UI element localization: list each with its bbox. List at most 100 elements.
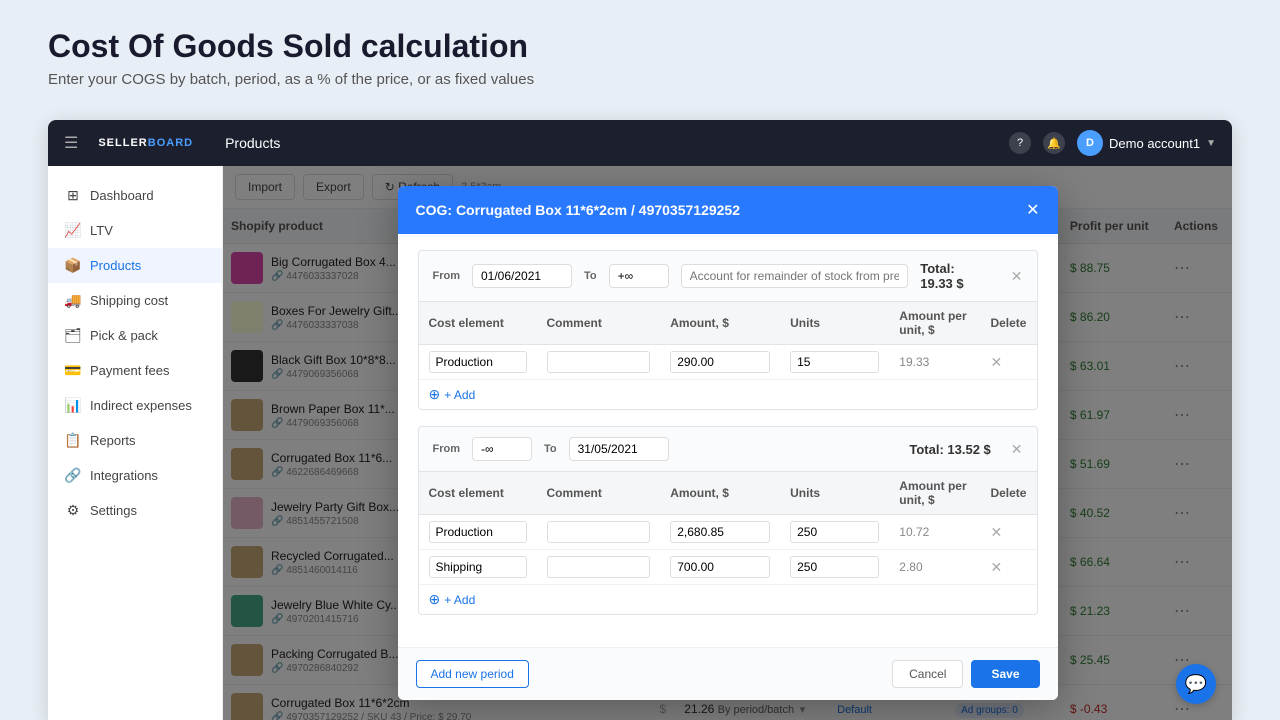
reports-icon: 📋 xyxy=(64,432,82,449)
period2-from-input[interactable] xyxy=(472,437,532,461)
sidebar-label: Pick & pack xyxy=(90,328,158,343)
cost-col-units: Units xyxy=(780,302,889,345)
ltv-icon: 📈 xyxy=(64,222,82,239)
period1-close-button[interactable]: ✕ xyxy=(1011,268,1023,285)
sidebar-label: Integrations xyxy=(90,468,158,483)
sidebar-item-reports[interactable]: 📋 Reports xyxy=(48,423,222,458)
products-icon: 📦 xyxy=(64,257,82,274)
period1-add-row[interactable]: ⊕ + Add xyxy=(419,380,1037,409)
cost-col-delete: Delete xyxy=(980,302,1036,345)
cost-delete-button[interactable]: ✕ xyxy=(990,559,1002,576)
sidebar-label: Reports xyxy=(90,433,136,448)
cost-units-input[interactable] xyxy=(790,556,879,578)
payment-icon: 💳 xyxy=(64,362,82,379)
sidebar-label: Indirect expenses xyxy=(90,398,192,413)
cost-units-input[interactable] xyxy=(790,351,879,373)
nav-help-icon[interactable]: ? xyxy=(1009,132,1031,154)
cost-col-units2: Units xyxy=(780,472,889,515)
cost-col-delete2: Delete xyxy=(980,472,1036,515)
add-row-icon: ⊕ xyxy=(429,591,441,608)
period1-total: Total: 19.33 $ xyxy=(920,261,991,291)
cost-amount-input[interactable] xyxy=(670,351,770,373)
integrations-icon: 🔗 xyxy=(64,467,82,484)
avatar: D xyxy=(1077,130,1103,156)
cost-amount-input[interactable] xyxy=(670,556,770,578)
sidebar-label: Payment fees xyxy=(90,363,170,378)
cost-comment-input[interactable] xyxy=(547,521,651,543)
sidebar-item-payment[interactable]: 💳 Payment fees xyxy=(48,353,222,388)
cost-col-comment2: Comment xyxy=(537,472,661,515)
period2-total: Total: 13.52 $ xyxy=(909,442,990,457)
dashboard-icon: ⊞ xyxy=(64,187,82,204)
sidebar-label: Products xyxy=(90,258,141,273)
cost-element-input[interactable] xyxy=(429,351,527,373)
cost-col-per-unit: Amount per unit, $ xyxy=(889,302,980,345)
cost-per-unit-value: 2.80 xyxy=(899,560,922,574)
sidebar-label: LTV xyxy=(90,223,113,238)
modal-close-button[interactable]: ✕ xyxy=(1026,200,1039,220)
sidebar-item-shipping[interactable]: 🚚 Shipping cost xyxy=(48,283,222,318)
shipping-icon: 🚚 xyxy=(64,292,82,309)
sidebar-item-indirect[interactable]: 📊 Indirect expenses xyxy=(48,388,222,423)
add-row-icon: ⊕ xyxy=(429,386,441,403)
period1-to-label: To xyxy=(584,270,597,282)
modal-title: COG: Corrugated Box 11*6*2cm / 497035712… xyxy=(416,202,741,218)
settings-icon: ⚙ xyxy=(64,502,82,519)
chevron-down-icon: ▼ xyxy=(1206,138,1216,149)
nav-user[interactable]: D Demo account1 ▼ xyxy=(1077,130,1216,156)
sidebar-item-integrations[interactable]: 🔗 Integrations xyxy=(48,458,222,493)
period2-close-button[interactable]: ✕ xyxy=(1011,441,1023,458)
cost-comment-input[interactable] xyxy=(547,351,651,373)
cost-row: 19.33 ✕ xyxy=(419,345,1037,380)
nav-section: Products xyxy=(225,135,280,151)
hamburger-icon[interactable]: ☰ xyxy=(64,133,78,153)
save-button[interactable]: Save xyxy=(971,660,1039,688)
cost-col-element: Cost element xyxy=(419,302,537,345)
period1-to-input[interactable] xyxy=(609,264,669,288)
period2-from-label: From xyxy=(433,443,461,455)
chat-bubble[interactable]: 💬 xyxy=(1176,664,1216,704)
cost-col-element2: Cost element xyxy=(419,472,537,515)
add-period-button[interactable]: Add new period xyxy=(416,660,529,688)
sidebar-label: Dashboard xyxy=(90,188,154,203)
cost-comment-input[interactable] xyxy=(547,556,651,578)
cost-delete-button[interactable]: ✕ xyxy=(990,354,1002,371)
period1-from-label: From xyxy=(433,270,461,282)
sidebar-item-ltv[interactable]: 📈 LTV xyxy=(48,213,222,248)
period2-to-label: To xyxy=(544,443,557,455)
period1-batch-input[interactable] xyxy=(681,264,909,288)
nav-notification-icon[interactable]: 🔔 xyxy=(1043,132,1065,154)
cog-modal: COG: Corrugated Box 11*6*2cm / 497035712… xyxy=(398,186,1058,700)
page-title: Cost Of Goods Sold calculation xyxy=(48,28,1232,65)
period2-add-row[interactable]: ⊕ + Add xyxy=(419,585,1037,614)
cost-element-input[interactable] xyxy=(429,556,527,578)
cost-col-comment: Comment xyxy=(537,302,661,345)
cost-col-amount2: Amount, $ xyxy=(660,472,780,515)
cost-row: 10.72 ✕ xyxy=(419,515,1037,550)
page-subtitle: Enter your COGS by batch, period, as a %… xyxy=(48,71,1232,88)
cost-col-per-unit2: Amount per unit, $ xyxy=(889,472,980,515)
indirect-icon: 📊 xyxy=(64,397,82,414)
sidebar-item-settings[interactable]: ⚙ Settings xyxy=(48,493,222,528)
period1-from-input[interactable] xyxy=(472,264,572,288)
nav-username: Demo account1 xyxy=(1109,136,1200,151)
cancel-button[interactable]: Cancel xyxy=(892,660,963,688)
cost-units-input[interactable] xyxy=(790,521,879,543)
sidebar-label: Settings xyxy=(90,503,137,518)
cost-per-unit-value: 10.72 xyxy=(899,525,929,539)
nav-logo: SELLERBOARD xyxy=(98,137,193,149)
sidebar-item-products[interactable]: 📦 Products xyxy=(48,248,222,283)
add-row-label: + Add xyxy=(444,593,475,607)
cost-per-unit-value: 19.33 xyxy=(899,355,929,369)
period2-to-input[interactable] xyxy=(569,437,669,461)
sidebar-label: Shipping cost xyxy=(90,293,168,308)
add-row-label: + Add xyxy=(444,388,475,402)
cost-col-amount: Amount, $ xyxy=(660,302,780,345)
cost-delete-button[interactable]: ✕ xyxy=(990,524,1002,541)
cost-amount-input[interactable] xyxy=(670,521,770,543)
sidebar-item-dashboard[interactable]: ⊞ Dashboard xyxy=(48,178,222,213)
cost-element-input[interactable] xyxy=(429,521,527,543)
sidebar-item-pickpack[interactable]: 🗂 Pick & pack xyxy=(48,318,222,353)
pickpack-icon: 🗂 xyxy=(64,327,82,344)
cost-row: 2.80 ✕ xyxy=(419,550,1037,585)
